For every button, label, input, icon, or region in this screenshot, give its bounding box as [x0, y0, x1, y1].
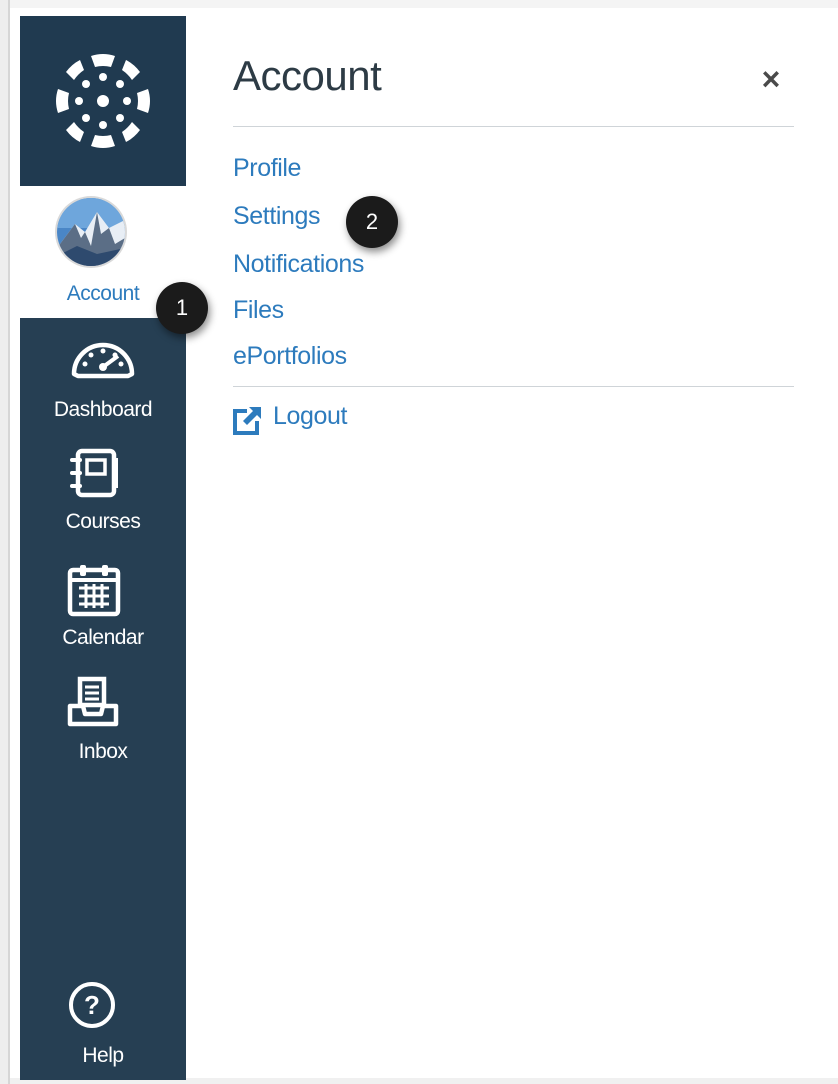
notifications-link[interactable]: Notifications	[233, 250, 364, 279]
external-link-icon	[233, 405, 263, 435]
nav-item-dashboard[interactable]: Dashboard	[20, 336, 186, 436]
nav-item-inbox[interactable]: Inbox	[20, 676, 186, 776]
nav-inbox-label: Inbox	[78, 740, 128, 763]
calendar-icon	[67, 565, 121, 617]
global-navigation: Account Dashboard Courses Calendar Inbox…	[20, 16, 186, 1080]
nav-calendar-label: Calendar	[62, 626, 144, 649]
help-icon: ?	[69, 982, 115, 1028]
profile-link[interactable]: Profile	[233, 154, 301, 183]
close-button[interactable]: ×	[756, 62, 786, 96]
canvas-logo-icon	[56, 54, 150, 148]
callout-badge: 1	[156, 282, 208, 334]
nav-item-calendar[interactable]: Calendar	[20, 562, 186, 662]
dashboard-icon	[71, 342, 135, 379]
divider	[233, 386, 794, 387]
window-frame-top	[10, 0, 838, 8]
window-frame-left	[0, 0, 10, 1084]
eportfolios-link[interactable]: ePortfolios	[233, 342, 347, 371]
nav-dashboard-label: Dashboard	[53, 398, 153, 421]
courses-icon	[70, 448, 118, 498]
nav-help-label: Help	[82, 1044, 124, 1067]
callout-badge: 2	[346, 196, 398, 248]
nav-courses-label: Courses	[65, 510, 141, 533]
divider	[233, 126, 794, 127]
logout-label: Logout	[273, 402, 348, 430]
canvas-logo[interactable]	[20, 16, 186, 186]
avatar-image	[57, 198, 125, 266]
tray-title: Account	[233, 52, 382, 99]
nav-item-help[interactable]: ? Help	[20, 980, 186, 1076]
avatar[interactable]	[57, 198, 125, 266]
nav-item-courses[interactable]: Courses	[20, 448, 186, 548]
files-link[interactable]: Files	[233, 296, 284, 325]
inbox-icon	[67, 676, 119, 727]
settings-link[interactable]: Settings	[233, 202, 321, 231]
svg-text:?: ?	[84, 990, 100, 1020]
